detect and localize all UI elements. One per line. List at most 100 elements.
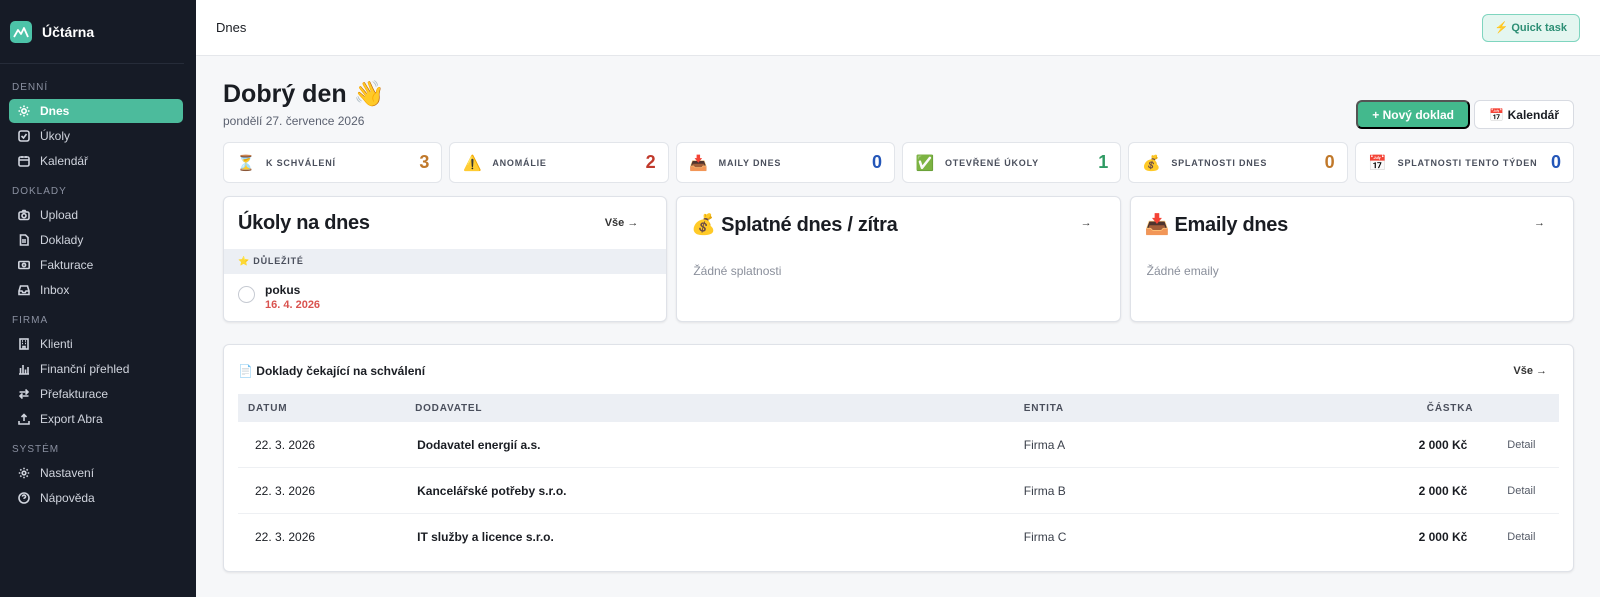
column-header-entity[interactable]: ENTITA: [1024, 403, 1332, 414]
stat-value: 1: [1098, 152, 1109, 172]
important-section-header: ⭐ DŮLEŽITÉ: [224, 249, 667, 274]
stat-value: 0: [871, 152, 882, 172]
sidebar-item-ukoly[interactable]: Úkoly: [9, 124, 183, 148]
mountain-logo-icon: [10, 20, 32, 43]
sidebar-item-nastaveni[interactable]: Nastavení: [9, 461, 183, 485]
card-title: Úkoly na dnes: [238, 212, 370, 234]
task-name[interactable]: pokus: [265, 283, 320, 297]
cell-amount: 2 000 Kč: [1418, 530, 1468, 544]
sidebar-item-label: Export Abra: [40, 412, 103, 426]
tasks-view-all-link[interactable]: Vše →: [605, 217, 639, 229]
sidebar-item-label: Fakturace: [40, 258, 94, 272]
sidebar-item-financni-prehled[interactable]: Finanční přehled: [9, 357, 183, 381]
tasks-card: Úkoly na dnes Vše → ⭐ DŮLEŽITÉ pokus 16.…: [223, 196, 668, 322]
stat-label: K SCHVÁLENÍ: [266, 157, 336, 168]
sidebar-item-klienti[interactable]: Klienti: [9, 332, 183, 356]
sidebar-item-fakturace[interactable]: Fakturace: [9, 253, 183, 277]
detail-link[interactable]: Detail: [1479, 439, 1559, 451]
sidebar-item-upload[interactable]: Upload: [9, 203, 183, 227]
due-card: 💰 Splatné dnes / zítra → Žádné splatnost…: [676, 196, 1121, 322]
detail-link[interactable]: Detail: [1479, 485, 1559, 497]
stat-splatnosti-tento-tyden[interactable]: 📅 SPLATNOSTI TENTO TÝDEN 0: [1354, 142, 1574, 183]
stat-label: OTEVŘENÉ ÚKOLY: [944, 157, 1039, 168]
sidebar-item-label: Dnes: [40, 104, 70, 118]
inbox-tray-icon: 📥: [689, 154, 708, 172]
sidebar-item-label: Nápověda: [40, 491, 95, 505]
task-item: pokus 16. 4. 2026: [238, 283, 320, 311]
upload-icon: [18, 413, 30, 425]
page-title: Dobrý den 👋: [223, 80, 385, 108]
approval-table-card: 📄 Doklady čekající na schválení Vše → DA…: [223, 344, 1574, 572]
detail-link[interactable]: Detail: [1479, 531, 1559, 543]
emails-card: 📥 Emaily dnes → Žádné emaily: [1129, 196, 1574, 322]
brand[interactable]: Účtárna: [0, 0, 184, 64]
bar-chart-icon: [18, 363, 30, 375]
help-icon: [18, 492, 30, 504]
sidebar-item-label: Přefakturace: [40, 387, 109, 401]
cell-supplier: Dodavatel energií a.s.: [417, 437, 541, 452]
table-row[interactable]: 22. 3. 2026 IT služby a licence s.r.o. F…: [238, 514, 1559, 560]
stat-splatnosti-dnes[interactable]: 💰 SPLATNOSTI DNES 0: [1128, 142, 1348, 183]
approval-view-all-link[interactable]: Vše →: [1513, 365, 1547, 377]
column-header-supplier[interactable]: DODAVATEL: [415, 403, 1024, 414]
brand-name: Účtárna: [42, 23, 95, 40]
stat-value: 0: [1550, 152, 1561, 172]
nav-section-title: FIRMA: [12, 315, 49, 326]
stat-value: 2: [645, 152, 656, 172]
sidebar-item-inbox[interactable]: Inbox: [9, 278, 183, 302]
nav-section-title: DENNÍ: [12, 82, 49, 93]
greeting-header: Dobrý den 👋 pondělí 27. července 2026 + …: [223, 56, 1574, 142]
stat-k-schvaleni[interactable]: ⏳ K SCHVÁLENÍ 3: [223, 142, 443, 183]
due-arrow-link[interactable]: →: [1081, 217, 1092, 229]
sidebar-item-label: Finanční přehled: [40, 362, 130, 376]
sidebar-item-prefakturace[interactable]: Přefakturace: [9, 382, 183, 406]
stats-row: ⏳ K SCHVÁLENÍ 3 ⚠️ ANOMÁLIE 2 📥 MAILY DN…: [223, 142, 1574, 183]
topbar: Dnes ⚡ Quick task: [196, 0, 1600, 56]
building-icon: [18, 338, 30, 350]
column-header-amount[interactable]: ČÁSTKA: [1332, 403, 1479, 414]
column-header-date[interactable]: DATUM: [238, 403, 415, 414]
quick-task-button[interactable]: ⚡ Quick task: [1481, 13, 1580, 42]
camera-icon: [18, 209, 30, 221]
main-content: Dobrý den 👋 pondělí 27. července 2026 + …: [196, 56, 1600, 597]
sidebar-item-label: Klienti: [40, 337, 73, 351]
stat-label: SPLATNOSTI TENTO TÝDEN: [1397, 157, 1538, 168]
new-document-button[interactable]: + Nový doklad: [1356, 100, 1470, 129]
document-icon: [18, 234, 30, 246]
table-row[interactable]: 22. 3. 2026 Dodavatel energií a.s. Firma…: [238, 422, 1559, 468]
cell-entity: Firma A: [1023, 437, 1066, 452]
stat-value: 0: [1324, 152, 1335, 172]
cell-amount: 2 000 Kč: [1418, 437, 1468, 452]
sidebar-item-label: Inbox: [40, 283, 70, 297]
stat-otevrene-ukoly[interactable]: ✅ OTEVŘENÉ ÚKOLY 1: [901, 142, 1122, 183]
task-due-date: 16. 4. 2026: [265, 299, 321, 311]
calendar-button[interactable]: 📅 Kalendář: [1474, 100, 1574, 129]
stat-anomalie[interactable]: ⚠️ ANOMÁLIE 2: [449, 142, 669, 183]
sun-icon: [18, 105, 30, 117]
sidebar-item-napoveda[interactable]: Nápověda: [9, 486, 183, 510]
emails-arrow-link[interactable]: →: [1534, 217, 1545, 229]
sidebar-item-doklady[interactable]: Doklady: [9, 228, 183, 252]
money-bag-icon: 💰: [1141, 154, 1161, 172]
sidebar-item-label: Nastavení: [40, 466, 95, 480]
cell-amount: 2 000 Kč: [1418, 483, 1468, 498]
stat-label: SPLATNOSTI DNES: [1171, 157, 1268, 168]
hourglass-icon: ⏳: [236, 154, 256, 172]
stat-maily-dnes[interactable]: 📥 MAILY DNES 0: [675, 142, 895, 183]
stat-label: MAILY DNES: [718, 157, 782, 168]
sidebar-item-dnes[interactable]: Dnes: [9, 99, 183, 123]
task-complete-checkbox[interactable]: [238, 286, 255, 303]
nav-section-title: SYSTÉM: [12, 444, 60, 455]
sidebar-item-export-abra[interactable]: Export Abra: [9, 407, 183, 431]
sidebar-item-label: Doklady: [40, 233, 84, 247]
check-mark-icon: ✅: [915, 154, 935, 172]
sidebar-item-kalendar[interactable]: Kalendář: [9, 149, 183, 173]
calendar-icon: [18, 155, 30, 167]
cell-date: 22. 3. 2026: [255, 530, 316, 544]
table-row[interactable]: 22. 3. 2026 Kancelářské potřeby s.r.o. F…: [238, 468, 1559, 514]
widget-cards: Úkoly na dnes Vše → ⭐ DŮLEŽITÉ pokus 16.…: [223, 196, 1574, 322]
sidebar: Účtárna DENNÍ Dnes Úkoly Kalendář DOKLAD…: [0, 0, 196, 597]
page-breadcrumb: Dnes: [216, 20, 247, 35]
inbox-icon: [18, 284, 30, 296]
current-date: pondělí 27. července 2026: [223, 114, 365, 128]
